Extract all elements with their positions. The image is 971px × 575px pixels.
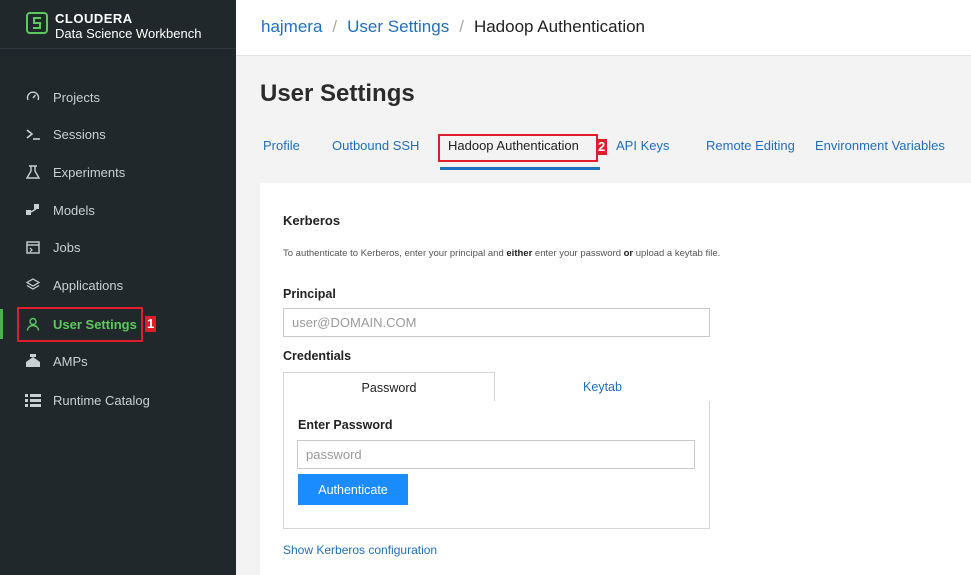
list-icon xyxy=(25,392,41,408)
breadcrumb-user-link[interactable]: hajmera xyxy=(261,17,322,37)
principal-label: Principal xyxy=(283,287,336,301)
sidebar-item-jobs[interactable]: Jobs xyxy=(0,232,236,262)
tab-keytab[interactable]: Keytab xyxy=(495,372,710,402)
sidebar-item-experiments[interactable]: Experiments xyxy=(0,157,236,187)
help-text-part: upload a keytab file. xyxy=(633,248,721,259)
password-input[interactable] xyxy=(297,440,695,469)
sidebar-item-label: Runtime Catalog xyxy=(53,392,150,408)
sidebar-item-label: Sessions xyxy=(53,126,106,142)
sidebar-item-label: AMPs xyxy=(53,353,88,369)
flask-icon xyxy=(25,164,41,180)
top-bar: hajmera / User Settings / Hadoop Authent… xyxy=(236,0,971,56)
sidebar-item-runtime-catalog[interactable]: Runtime Catalog xyxy=(0,385,236,415)
annotation-box-user-settings xyxy=(17,307,143,342)
sidebar-item-sessions[interactable]: Sessions xyxy=(0,119,236,149)
tab-api-keys[interactable]: API Keys xyxy=(616,138,669,153)
sidebar-item-applications[interactable]: Applications xyxy=(0,270,236,300)
kerberos-help-text: To authenticate to Kerberos, enter your … xyxy=(283,247,723,261)
gauge-icon xyxy=(25,89,41,105)
breadcrumb-separator: / xyxy=(459,17,464,36)
help-text-part: enter your password xyxy=(532,248,624,259)
terminal-icon xyxy=(25,126,41,142)
show-kerberos-config-link[interactable]: Show Kerberos configuration xyxy=(283,543,437,557)
brand-product: Data Science Workbench xyxy=(55,26,202,41)
tab-password[interactable]: Password xyxy=(283,372,495,402)
credentials-tabs: Password Keytab xyxy=(283,372,710,402)
sidebar: CLOUDERA Data Science Workbench Projects… xyxy=(0,0,236,575)
kerberos-heading: Kerberos xyxy=(283,213,341,228)
breadcrumb-settings-link[interactable]: User Settings xyxy=(347,17,449,37)
sidebar-item-label: Experiments xyxy=(53,164,126,180)
breadcrumb: hajmera / User Settings / Hadoop Authent… xyxy=(261,17,645,37)
brand-name: CLOUDERA xyxy=(55,11,133,26)
sidebar-item-projects[interactable]: Projects xyxy=(0,82,236,112)
help-text-emphasis: or xyxy=(623,248,634,259)
page-title: User Settings xyxy=(260,80,415,107)
cloudera-logo-icon xyxy=(26,12,48,34)
sidebar-item-label: Projects xyxy=(53,89,100,105)
models-icon xyxy=(25,202,41,218)
tab-profile[interactable]: Profile xyxy=(263,138,300,153)
annotation-number-2: 2 xyxy=(596,139,608,155)
enter-password-label: Enter Password xyxy=(298,418,393,432)
sidebar-item-amps[interactable]: AMPs xyxy=(0,346,236,376)
sidebar-item-models[interactable]: Models xyxy=(0,195,236,225)
jobs-icon xyxy=(25,239,41,255)
breadcrumb-separator: / xyxy=(332,17,338,36)
sidebar-item-label: Applications xyxy=(53,277,124,293)
active-tab-indicator xyxy=(440,167,600,170)
annotation-box-hadoop-tab xyxy=(438,134,598,162)
tab-environment-variables[interactable]: Environment Variables xyxy=(815,138,945,153)
help-text-emphasis: either xyxy=(506,248,533,259)
sidebar-item-label: Models xyxy=(53,202,95,218)
principal-input[interactable] xyxy=(283,308,710,337)
tab-remote-editing[interactable]: Remote Editing xyxy=(706,138,795,153)
layers-icon xyxy=(25,277,41,293)
amps-icon xyxy=(25,353,41,369)
credentials-label: Credentials xyxy=(283,349,352,363)
breadcrumb-current: Hadoop Authentication xyxy=(473,17,646,36)
brand-logo[interactable]: CLOUDERA Data Science Workbench xyxy=(0,0,236,49)
help-text-part: To authenticate to Kerberos, enter your … xyxy=(283,248,507,259)
sidebar-item-label: Jobs xyxy=(53,239,81,255)
tab-outbound-ssh[interactable]: Outbound SSH xyxy=(332,138,419,153)
annotation-number-1: 1 xyxy=(145,316,157,332)
authenticate-button[interactable]: Authenticate xyxy=(298,474,408,505)
